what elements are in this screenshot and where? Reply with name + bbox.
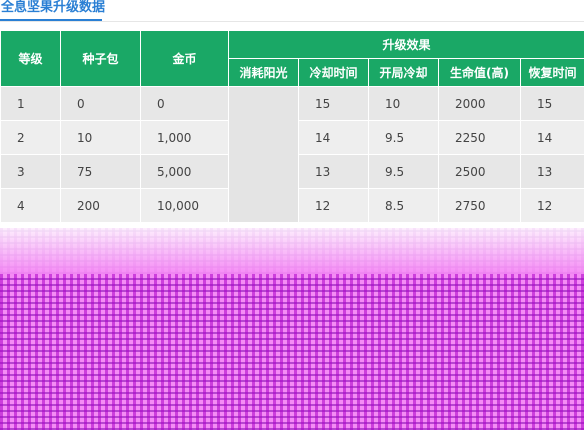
table-row: 1 0 0 15 10 2000 15	[0, 86, 584, 223]
cell-health: 2250	[438, 120, 521, 155]
cell-start-cooldown: 10	[368, 86, 439, 121]
header-sun-cost: 消耗阳光	[228, 58, 299, 87]
header-cooldown: 冷却时间	[298, 58, 369, 87]
page: 全息坚果升级数据 等级 种子包 金币 升级效果 消耗阳光 冷却时间 开局冷却 生…	[0, 0, 584, 430]
section-divider	[0, 21, 584, 22]
cell-health: 2500	[438, 154, 521, 189]
cell-level: 2	[0, 120, 61, 155]
header-upgrade-effect: 升级效果	[227, 30, 584, 59]
cell-level: 1	[0, 86, 61, 121]
cell-seed-packs: 75	[60, 154, 141, 189]
cell-cooldown: 14	[298, 120, 369, 155]
cell-recovery: 15	[519, 86, 584, 121]
header-start-cooldown: 开局冷却	[368, 58, 439, 87]
cell-coins: 1,000	[140, 120, 229, 155]
cell-coins: 0	[140, 86, 229, 121]
cell-seed-packs: 200	[60, 188, 141, 223]
cell-start-cooldown: 9.5	[368, 154, 439, 189]
header-health: 生命值(高)	[438, 58, 521, 87]
corrupted-image-fade	[0, 228, 584, 274]
cell-coins: 10,000	[140, 188, 229, 223]
cell-recovery: 13	[519, 154, 584, 189]
cell-cooldown: 13	[298, 154, 369, 189]
header-coins: 金币	[140, 30, 229, 87]
cell-start-cooldown: 8.5	[368, 188, 439, 223]
cell-recovery: 12	[519, 188, 584, 223]
cell-seed-packs: 0	[60, 86, 141, 121]
cell-seed-packs: 10	[60, 120, 141, 155]
cell-recovery: 14	[519, 120, 584, 155]
section-title: 全息坚果升级数据	[1, 0, 106, 15]
cell-cooldown: 15	[298, 86, 369, 121]
cell-coins: 5,000	[140, 154, 229, 189]
header-seed-packs: 种子包	[60, 30, 141, 87]
cell-level: 4	[0, 188, 61, 223]
cell-sun-cost	[228, 86, 299, 223]
cell-health: 2000	[438, 86, 521, 121]
cell-start-cooldown: 9.5	[368, 120, 439, 155]
header-recovery: 恢复时间	[519, 58, 584, 87]
cell-cooldown: 12	[298, 188, 369, 223]
header-level: 等级	[0, 30, 61, 87]
cell-health: 2750	[438, 188, 521, 223]
upgrade-data-table: 等级 种子包 金币 升级效果 消耗阳光 冷却时间 开局冷却 生命值(高) 恢复时…	[0, 30, 584, 223]
cell-level: 3	[0, 154, 61, 189]
